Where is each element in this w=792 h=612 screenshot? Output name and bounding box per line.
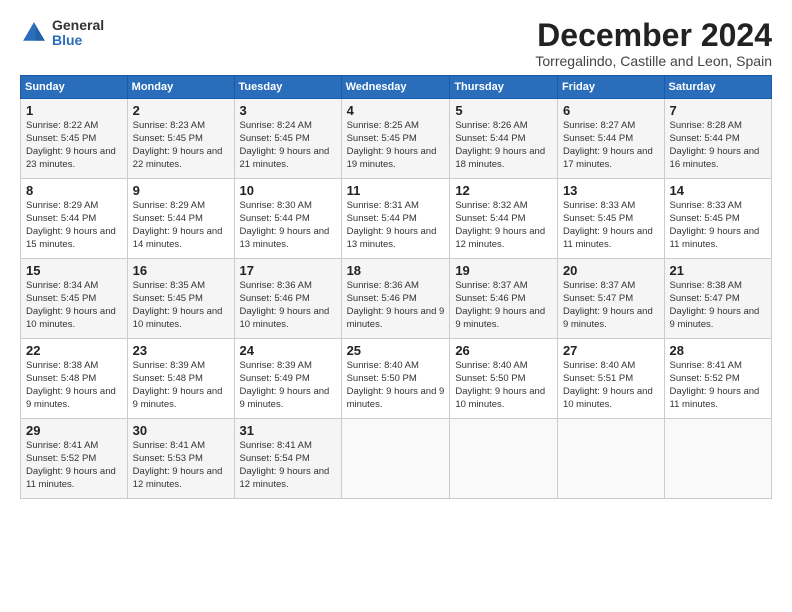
day-cell-4: 4 Sunrise: 8:25 AMSunset: 5:45 PMDayligh…: [341, 99, 450, 179]
day-cell-11: 11 Sunrise: 8:31 AMSunset: 5:44 PMDaylig…: [341, 179, 450, 259]
day-cell-14: 14 Sunrise: 8:33 AMSunset: 5:45 PMDaylig…: [664, 179, 771, 259]
day-cell-22: 22 Sunrise: 8:38 AMSunset: 5:48 PMDaylig…: [21, 339, 128, 419]
day-cell-28: 28 Sunrise: 8:41 AMSunset: 5:52 PMDaylig…: [664, 339, 771, 419]
table-row: 1 Sunrise: 8:22 AMSunset: 5:45 PMDayligh…: [21, 99, 772, 179]
day-cell-30: 30 Sunrise: 8:41 AMSunset: 5:53 PMDaylig…: [127, 419, 234, 499]
header: General Blue December 2024 Torregalindo,…: [20, 18, 772, 69]
day-cell-1: 1 Sunrise: 8:22 AMSunset: 5:45 PMDayligh…: [21, 99, 128, 179]
day-cell-19: 19 Sunrise: 8:37 AMSunset: 5:46 PMDaylig…: [450, 259, 558, 339]
col-tuesday: Tuesday: [234, 76, 341, 99]
day-cell-24: 24 Sunrise: 8:39 AMSunset: 5:49 PMDaylig…: [234, 339, 341, 419]
day-cell-15: 15 Sunrise: 8:34 AMSunset: 5:45 PMDaylig…: [21, 259, 128, 339]
empty-cell: [450, 419, 558, 499]
logo-icon: [20, 19, 48, 47]
empty-cell: [664, 419, 771, 499]
day-cell-18: 18 Sunrise: 8:36 AMSunset: 5:46 PMDaylig…: [341, 259, 450, 339]
title-block: December 2024 Torregalindo, Castille and…: [535, 18, 772, 69]
empty-cell: [341, 419, 450, 499]
logo-text: General Blue: [52, 18, 104, 49]
day-cell-3: 3 Sunrise: 8:24 AMSunset: 5:45 PMDayligh…: [234, 99, 341, 179]
day-cell-2: 2 Sunrise: 8:23 AMSunset: 5:45 PMDayligh…: [127, 99, 234, 179]
day-cell-8: 8 Sunrise: 8:29 AMSunset: 5:44 PMDayligh…: [21, 179, 128, 259]
location: Torregalindo, Castille and Leon, Spain: [535, 53, 772, 69]
day-cell-20: 20 Sunrise: 8:37 AMSunset: 5:47 PMDaylig…: [557, 259, 664, 339]
col-thursday: Thursday: [450, 76, 558, 99]
day-cell-21: 21 Sunrise: 8:38 AMSunset: 5:47 PMDaylig…: [664, 259, 771, 339]
col-friday: Friday: [557, 76, 664, 99]
day-cell-31: 31 Sunrise: 8:41 AMSunset: 5:54 PMDaylig…: [234, 419, 341, 499]
day-cell-27: 27 Sunrise: 8:40 AMSunset: 5:51 PMDaylig…: [557, 339, 664, 419]
day-cell-17: 17 Sunrise: 8:36 AMSunset: 5:46 PMDaylig…: [234, 259, 341, 339]
day-cell-7: 7 Sunrise: 8:28 AMSunset: 5:44 PMDayligh…: [664, 99, 771, 179]
table-row: 29 Sunrise: 8:41 AMSunset: 5:52 PMDaylig…: [21, 419, 772, 499]
day-cell-26: 26 Sunrise: 8:40 AMSunset: 5:50 PMDaylig…: [450, 339, 558, 419]
day-cell-12: 12 Sunrise: 8:32 AMSunset: 5:44 PMDaylig…: [450, 179, 558, 259]
col-sunday: Sunday: [21, 76, 128, 99]
col-saturday: Saturday: [664, 76, 771, 99]
day-cell-23: 23 Sunrise: 8:39 AMSunset: 5:48 PMDaylig…: [127, 339, 234, 419]
table-row: 15 Sunrise: 8:34 AMSunset: 5:45 PMDaylig…: [21, 259, 772, 339]
col-wednesday: Wednesday: [341, 76, 450, 99]
table-row: 22 Sunrise: 8:38 AMSunset: 5:48 PMDaylig…: [21, 339, 772, 419]
empty-cell: [557, 419, 664, 499]
page: General Blue December 2024 Torregalindo,…: [0, 0, 792, 509]
header-row: Sunday Monday Tuesday Wednesday Thursday…: [21, 76, 772, 99]
day-cell-29: 29 Sunrise: 8:41 AMSunset: 5:52 PMDaylig…: [21, 419, 128, 499]
logo: General Blue: [20, 18, 104, 49]
table-row: 8 Sunrise: 8:29 AMSunset: 5:44 PMDayligh…: [21, 179, 772, 259]
day-cell-16: 16 Sunrise: 8:35 AMSunset: 5:45 PMDaylig…: [127, 259, 234, 339]
calendar-table: Sunday Monday Tuesday Wednesday Thursday…: [20, 75, 772, 499]
day-cell-25: 25 Sunrise: 8:40 AMSunset: 5:50 PMDaylig…: [341, 339, 450, 419]
col-monday: Monday: [127, 76, 234, 99]
day-cell-9: 9 Sunrise: 8:29 AMSunset: 5:44 PMDayligh…: [127, 179, 234, 259]
day-cell-10: 10 Sunrise: 8:30 AMSunset: 5:44 PMDaylig…: [234, 179, 341, 259]
month-title: December 2024: [535, 18, 772, 53]
day-cell-13: 13 Sunrise: 8:33 AMSunset: 5:45 PMDaylig…: [557, 179, 664, 259]
logo-blue: Blue: [52, 33, 104, 48]
day-cell-5: 5 Sunrise: 8:26 AMSunset: 5:44 PMDayligh…: [450, 99, 558, 179]
day-cell-6: 6 Sunrise: 8:27 AMSunset: 5:44 PMDayligh…: [557, 99, 664, 179]
logo-general: General: [52, 18, 104, 33]
